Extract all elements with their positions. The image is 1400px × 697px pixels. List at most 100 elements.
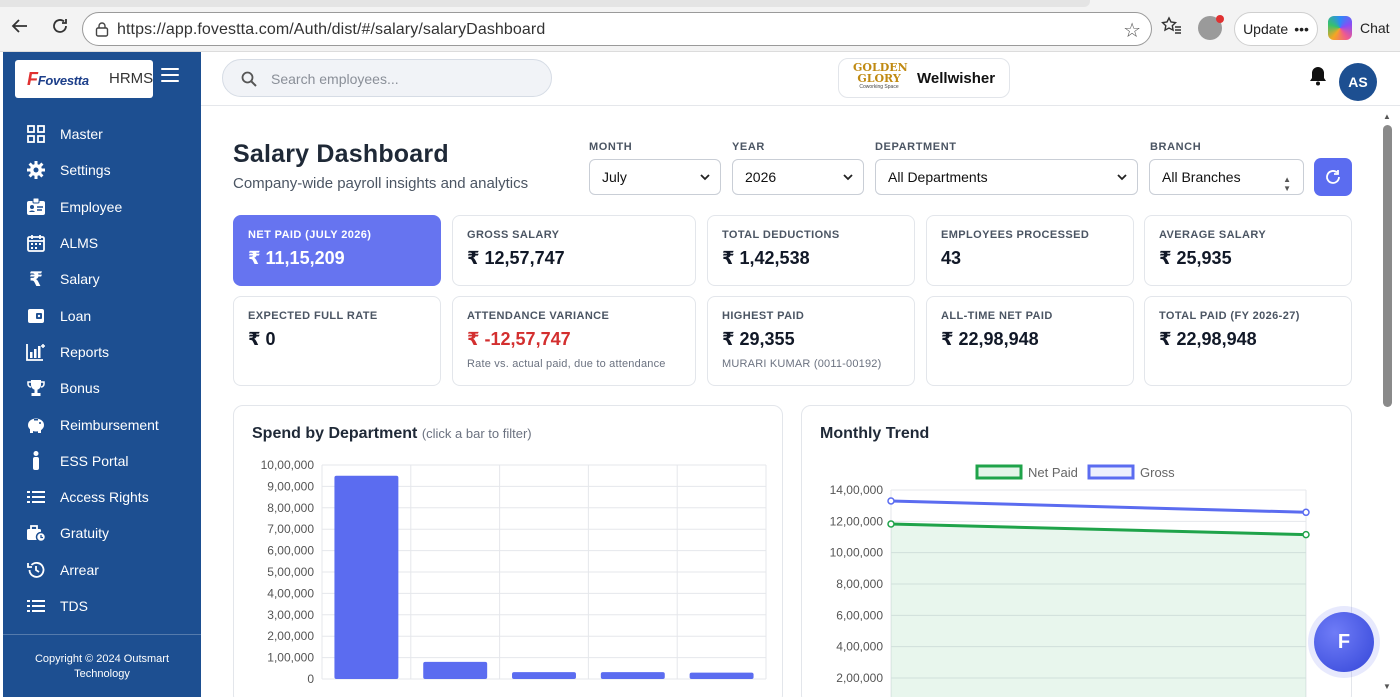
y-tick-label: 2,00,000 (836, 671, 883, 685)
sidebar-item-settings[interactable]: Settings (3, 152, 201, 188)
sidebar-item-arrear[interactable]: Arrear (3, 552, 201, 588)
year-select[interactable]: 2026 (732, 159, 864, 195)
card-value: ₹ -12,57,747 (467, 329, 571, 349)
department-bar[interactable] (423, 661, 488, 679)
trend-chart-panel: Monthly Trend 2,00,000 4,00,000 6,00,000 8,… (801, 405, 1352, 697)
sidebar-item-gratuity[interactable]: Gratuity (3, 515, 201, 551)
brand-suffix: HRMS (109, 70, 154, 87)
sidebar-item-ess-portal[interactable]: ESS Portal (3, 443, 201, 479)
card-label: TOTAL DEDUCTIONS (722, 229, 840, 241)
department-bar[interactable] (512, 672, 576, 679)
sidebar-item-salary[interactable]: ₹ Salary (3, 261, 201, 297)
department-select[interactable]: All Departments (875, 159, 1138, 195)
department-bar[interactable] (334, 475, 399, 679)
data-point (887, 520, 895, 528)
card-label: GROSS SALARY (467, 229, 560, 241)
card-value: ₹ 22,98,948 (1159, 329, 1257, 349)
search-icon (241, 71, 257, 87)
data-point (1302, 530, 1310, 539)
brand-logo-text: Fovestta (37, 72, 89, 88)
card-label: HIGHEST PAID (722, 310, 805, 322)
sidebar-item-loan[interactable]: Loan (3, 297, 201, 333)
employees-processed-card: EMPLOYEES PROCESSED 43 (926, 215, 1134, 286)
brand-logo[interactable]: FFovestta HRMS (15, 60, 153, 98)
average-salary-card: AVERAGE SALARY ₹ 25,935 (1144, 215, 1352, 286)
y-tick-label: 12,00,000 (830, 514, 884, 528)
sidebar-nav: Master Settings Employee ALMS ₹ Salary L… (3, 116, 201, 624)
update-button[interactable]: Update ••• (1234, 12, 1318, 46)
card-label: ALL-TIME NET PAID (941, 310, 1053, 322)
series-line (890, 499, 1307, 514)
department-bar[interactable] (600, 672, 665, 679)
favorites-icon[interactable] (1160, 14, 1184, 38)
search-input[interactable] (271, 68, 531, 90)
card-label: ATTENDANCE VARIANCE (467, 310, 610, 322)
month-label: MONTH (589, 141, 633, 153)
sidebar-item-reimbursement[interactable]: Reimbursement (3, 406, 201, 442)
wallet-icon (25, 306, 47, 326)
list-icon (25, 487, 47, 507)
sidebar-item-tds[interactable]: TDS (3, 588, 201, 624)
sidebar-item-label: Salary (60, 271, 100, 288)
calendar-icon (25, 233, 47, 253)
page-title: Salary Dashboard (233, 140, 449, 168)
address-bar[interactable]: https://app.fovestta.com/Auth/dist/#/sal… (82, 12, 1152, 46)
briefcase-icon (25, 523, 47, 543)
sidebar-item-bonus[interactable]: Bonus (3, 370, 201, 406)
gear-icon (25, 160, 47, 180)
sidebar-item-reports[interactable]: Reports (3, 334, 201, 370)
copyright-line: Technology (74, 668, 130, 680)
history-icon (25, 560, 47, 580)
sidebar-item-label: Reimbursement (60, 416, 159, 433)
refresh-button[interactable] (1314, 158, 1352, 196)
back-icon[interactable] (8, 14, 32, 38)
bell-icon[interactable] (1309, 66, 1327, 86)
card-note: MURARI KUMAR (0011-00192) (722, 358, 882, 370)
scrollbar-thumb[interactable] (1383, 125, 1392, 407)
sidebar: FFovestta HRMS Master Settings Employee … (3, 52, 201, 697)
card-value: ₹ 1,42,538 (722, 248, 810, 268)
y-tick-label: 8,00,000 (267, 501, 314, 515)
y-tick-label: 5,00,000 (267, 565, 314, 579)
sidebar-item-access-rights[interactable]: Access Rights (3, 479, 201, 515)
department-bar[interactable] (689, 672, 754, 679)
branch-label: BRANCH (1150, 141, 1202, 153)
page-scrollbar[interactable]: ▲ ▼ (1378, 106, 1400, 697)
sidebar-item-employee[interactable]: Employee (3, 189, 201, 225)
company-name: Wellwisher (917, 69, 996, 87)
data-point (887, 497, 895, 505)
scroll-up-icon[interactable]: ▲ (1383, 112, 1391, 121)
department-bar-chart[interactable]: 0 1,00,000 2,00,000 3,00,000 4,00,000 5,00,00… (234, 406, 784, 697)
fovestta-logo: FFovestta (27, 68, 89, 89)
tab-strip (0, 0, 1090, 7)
all-time-net-paid-card: ALL-TIME NET PAID ₹ 22,98,948 (926, 296, 1134, 386)
scroll-down-icon[interactable]: ▼ (1383, 682, 1391, 691)
assistant-fab-button[interactable]: F (1314, 612, 1374, 672)
favorite-star-icon[interactable]: ☆ (1123, 18, 1141, 43)
sidebar-item-alms[interactable]: ALMS (3, 225, 201, 261)
dropdown-arrow-icon: ▲ ▼ (1283, 175, 1291, 193)
trophy-icon (25, 378, 47, 398)
total-paid-fy-card: TOTAL PAID (FY 2026-27) ₹ 22,98,948 (1144, 296, 1352, 386)
reload-icon[interactable] (48, 14, 72, 38)
expected-full-rate-card: EXPECTED FULL RATE ₹ 0 (233, 296, 441, 386)
card-value: ₹ 22,98,948 (941, 329, 1039, 349)
sidebar-item-master[interactable]: Master (3, 116, 201, 152)
company-selector[interactable]: GOLDEN GLORY Coworking Space Wellwisher (838, 58, 1010, 98)
legend-swatch (1087, 464, 1135, 480)
net-paid-card[interactable]: NET PAID (JULY 2026) ₹ 11,15,209 (233, 215, 441, 286)
search-box[interactable] (222, 59, 552, 97)
card-value: ₹ 0 (248, 329, 276, 349)
month-select[interactable]: July (589, 159, 721, 195)
legend-label: Gross (1140, 465, 1175, 480)
sidebar-item-label: Master (60, 126, 103, 143)
sidebar-item-label: Employee (60, 198, 123, 215)
grid-icon (25, 124, 47, 144)
user-avatar[interactable]: AS (1339, 63, 1377, 101)
chat-button[interactable]: Chat (1328, 16, 1390, 40)
department-value: All Departments (888, 169, 988, 185)
piggy-bank-icon (25, 415, 47, 435)
branch-select[interactable]: All Branches ▲ ▼ (1149, 159, 1304, 195)
menu-toggle-icon[interactable] (161, 68, 179, 82)
data-point (1302, 508, 1310, 517)
